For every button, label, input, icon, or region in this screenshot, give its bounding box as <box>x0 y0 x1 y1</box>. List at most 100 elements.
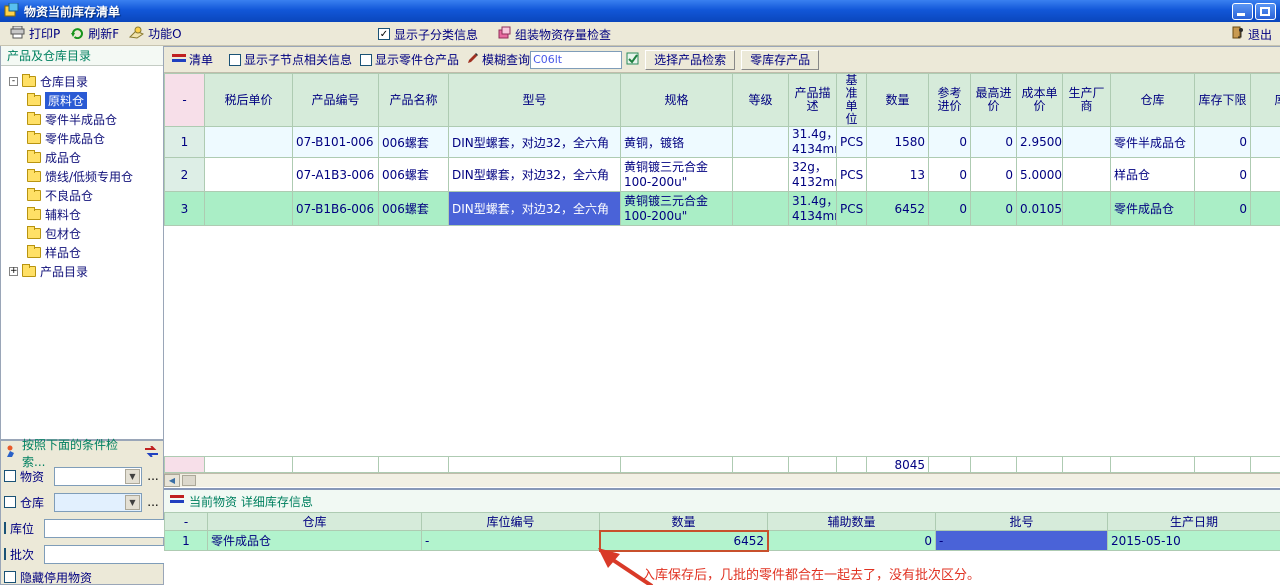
tree-label: 零件半成品仓 <box>45 111 117 128</box>
chevron-down-icon[interactable]: ▼ <box>125 495 140 510</box>
column-header[interactable]: 基准单位 <box>837 74 867 127</box>
material-label: 物资 <box>20 468 50 485</box>
scroll-left-arrow[interactable]: ◀ <box>164 474 180 487</box>
swap-icon[interactable] <box>144 446 159 460</box>
column-header[interactable]: 库存下限 <box>1195 74 1251 127</box>
warehouse-checkbox[interactable] <box>4 496 16 508</box>
material-select[interactable]: ▼ <box>54 467 142 486</box>
column-header[interactable]: 数量 <box>867 74 929 127</box>
column-header[interactable]: 成本单价 <box>1017 74 1063 127</box>
totals-cell <box>1251 457 1280 473</box>
collapse-icon[interactable]: - <box>9 77 18 86</box>
cell-grade <box>733 192 789 226</box>
column-header[interactable]: 仓库 <box>1111 74 1195 127</box>
tree-item-raw-material[interactable]: 原料仓 <box>5 91 163 110</box>
column-header[interactable]: 规格 <box>621 74 733 127</box>
column-header[interactable]: 最高进价 <box>971 74 1017 127</box>
folder-icon <box>27 228 41 239</box>
horizontal-scrollbar[interactable]: ◀ <box>164 473 1280 487</box>
chevron-down-icon[interactable]: ▼ <box>125 469 140 484</box>
refresh-button[interactable]: 刷新F <box>70 25 119 42</box>
printer-icon <box>10 26 25 42</box>
search-row-material: 物资 ▼ ... <box>1 463 163 489</box>
column-header[interactable]: 产品描述 <box>789 74 837 127</box>
query-go-icon[interactable] <box>626 52 639 68</box>
column-header[interactable]: 型号 <box>449 74 621 127</box>
fuzzy-query-input[interactable] <box>530 51 622 69</box>
column-header[interactable]: 税后单价 <box>205 74 293 127</box>
exit-button[interactable]: 退出 <box>1232 22 1272 46</box>
detail-column-header[interactable]: - <box>165 513 208 531</box>
maximize-button[interactable] <box>1255 3 1276 20</box>
tree-item-finished[interactable]: 成品仓 <box>5 148 163 167</box>
cell-product-code: 07-B1B6-006 <box>293 192 379 226</box>
select-product-search-button[interactable]: 选择产品检索 <box>645 50 735 70</box>
column-header[interactable]: - <box>165 74 205 127</box>
tree-label-selected: 原料仓 <box>45 92 87 109</box>
totals-cell <box>379 457 449 473</box>
column-header[interactable]: 参考进价 <box>929 74 971 127</box>
cell-aftertax-price <box>205 127 293 158</box>
totals-cell <box>293 457 379 473</box>
totals-cell <box>449 457 621 473</box>
cell-product-code: 07-A1B3-006 <box>293 158 379 192</box>
tree-item-packaging[interactable]: 包材仓 <box>5 224 163 243</box>
tree-item-parts-finished[interactable]: 零件成品仓 <box>5 129 163 148</box>
show-parts-checkbox[interactable]: 显示零件仓产品 <box>360 51 459 68</box>
checkbox-icon <box>360 54 372 66</box>
table-row[interactable]: 1 07-B101-006 006螺套 DIN型螺套，对边32，全六角 黄铜，镀… <box>165 127 1280 158</box>
material-checkbox[interactable] <box>4 470 16 482</box>
detail-column-header[interactable]: 数量 <box>600 513 768 531</box>
column-header[interactable]: 生产厂商 <box>1063 74 1111 127</box>
table-row[interactable]: 2 07-A1B3-006 006螺套 DIN型螺套，对边32，全六角 黄铜镀三… <box>165 158 1280 192</box>
cell-unit: PCS <box>837 192 867 226</box>
refresh-icon <box>70 26 84 42</box>
table-row-selected[interactable]: 3 07-B1B6-006 006螺套 DIN型螺套，对边32，全六角 黄铜镀三… <box>165 192 1280 226</box>
detail-cell-batch-selected[interactable]: - <box>936 531 1108 551</box>
tree-item-feeder[interactable]: 馈线/低频专用仓 <box>5 167 163 186</box>
tree-item-auxiliary[interactable]: 辅料仓 <box>5 205 163 224</box>
cell-description: 31.4g，4134mm2 <box>789 192 837 226</box>
expand-icon[interactable]: + <box>9 267 18 276</box>
show-subcategory-checkbox[interactable]: ✓ 显示子分类信息 <box>378 22 478 46</box>
cell-stock-low: 0 <box>1195 127 1251 158</box>
tree-item-semi-finished[interactable]: 零件半成品仓 <box>5 110 163 129</box>
detail-column-header[interactable]: 批号 <box>936 513 1108 531</box>
tree-item-product-root[interactable]: + 产品目录 <box>5 262 163 281</box>
app-root: { "window": { "title": "物资当前库存清单" }, "to… <box>0 0 1280 585</box>
detail-column-header[interactable]: 辅助数量 <box>768 513 936 531</box>
annotation-text: 入库保存后，几批的零件都合在一起去了，没有批次区分。 <box>642 564 980 583</box>
detail-column-header[interactable]: 生产日期 <box>1108 513 1280 531</box>
hide-disabled-checkbox[interactable] <box>4 571 16 583</box>
zero-stock-button[interactable]: 零库存产品 <box>741 50 819 70</box>
column-header[interactable]: 产品编号 <box>293 74 379 127</box>
cell-model-selected[interactable]: DIN型螺套，对边32，全六角 <box>449 192 621 226</box>
batch-checkbox[interactable] <box>4 548 6 560</box>
search-row-batch: 批次 <box>1 541 163 567</box>
column-header[interactable]: 库存上限 <box>1251 74 1280 127</box>
column-header[interactable]: 等级 <box>733 74 789 127</box>
tree-item-defective[interactable]: 不良品仓 <box>5 186 163 205</box>
folder-icon <box>27 95 41 106</box>
scrollbar-thumb[interactable] <box>182 475 196 486</box>
minimize-button[interactable] <box>1232 3 1253 20</box>
warehouse-browse-button[interactable]: ... <box>146 495 160 509</box>
detail-row[interactable]: 1 零件成品仓 - 6452 0 - 2015-05-10 <box>165 531 1280 551</box>
assembly-check-button[interactable]: 组装物资存量检查 <box>497 22 611 46</box>
location-checkbox[interactable] <box>4 522 6 534</box>
print-button[interactable]: 打印P <box>10 25 60 42</box>
warehouse-select[interactable]: ▼ <box>54 493 142 512</box>
folder-icon <box>27 190 41 201</box>
tree-item-warehouse-root[interactable]: - 仓库目录 <box>5 72 163 91</box>
column-header[interactable]: 产品名称 <box>379 74 449 127</box>
detail-column-header[interactable]: 库位编号 <box>422 513 600 531</box>
show-child-info-checkbox[interactable]: 显示子节点相关信息 <box>229 51 352 68</box>
tree-item-sample[interactable]: 样品仓 <box>5 243 163 262</box>
detail-column-header[interactable]: 仓库 <box>208 513 422 531</box>
list-menu-button[interactable]: 清单 <box>172 51 213 68</box>
tree-label: 包材仓 <box>45 225 81 242</box>
cell-max-price: 0 <box>971 158 1017 192</box>
material-browse-button[interactable]: ... <box>146 469 160 483</box>
cell-ref-price: 0 <box>929 127 971 158</box>
function-button[interactable]: 功能O <box>129 25 181 42</box>
